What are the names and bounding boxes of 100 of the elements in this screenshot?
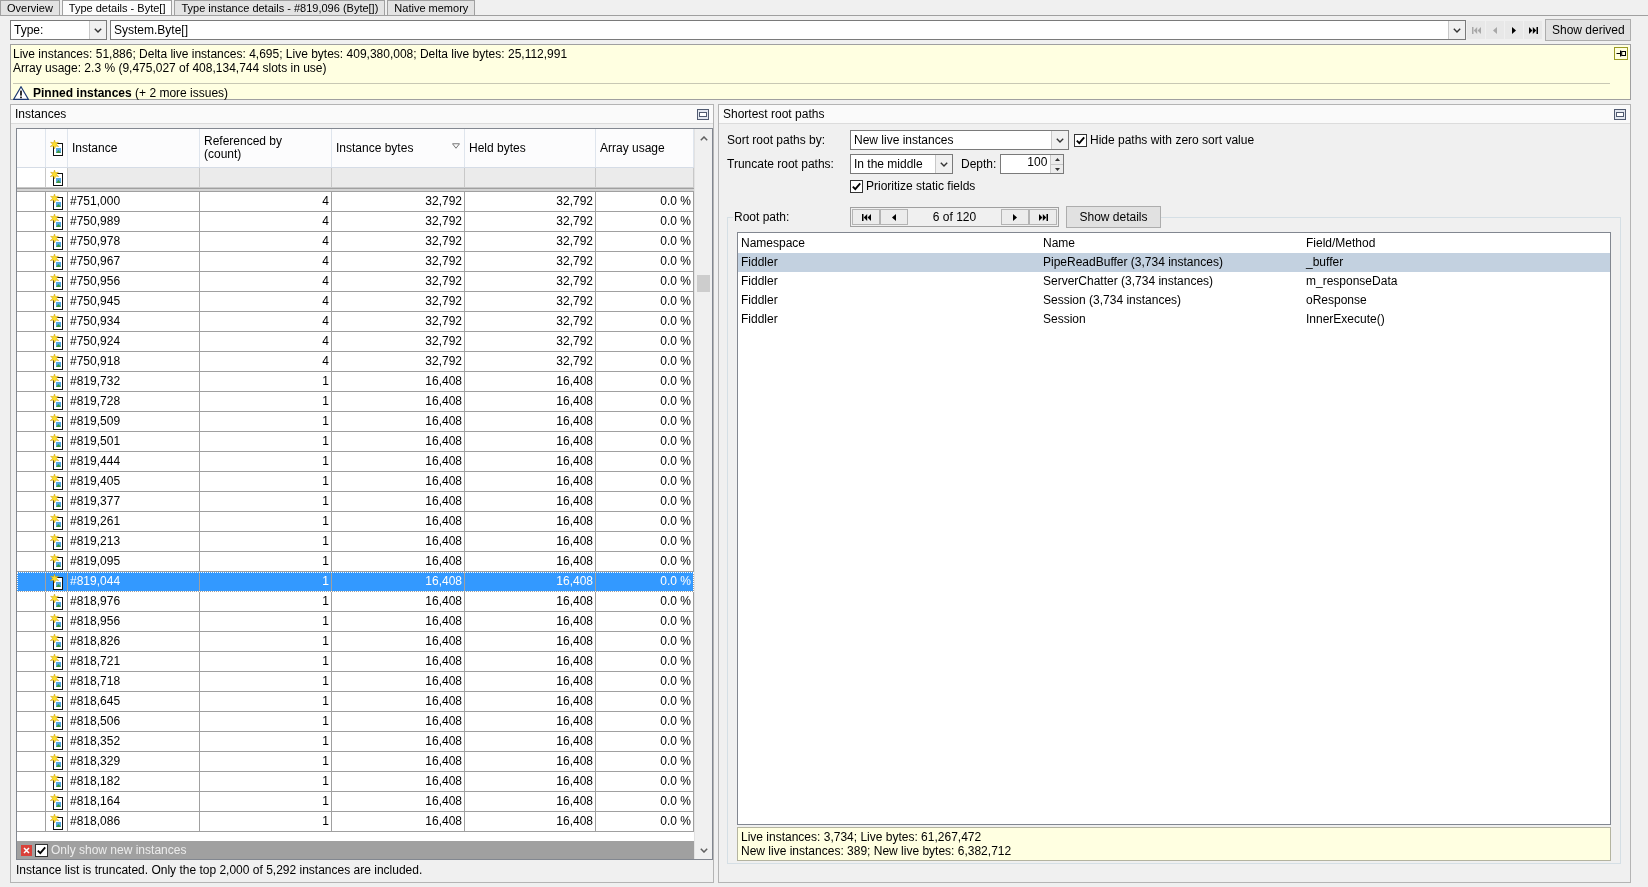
table-cell: 1: [200, 412, 332, 431]
table-row[interactable]: #750,918 4 32,792 32,792 0.0 %: [17, 352, 694, 372]
table-row[interactable]: #751,000 4 32,792 32,792 0.0 %: [17, 192, 694, 212]
table-row[interactable]: #818,826 1 16,408 16,408 0.0 %: [17, 632, 694, 652]
column-header[interactable]: Held bytes: [465, 129, 596, 167]
scrollbar-thumb[interactable]: [697, 275, 710, 292]
table-row[interactable]: #818,352 1 16,408 16,408 0.0 %: [17, 732, 694, 752]
column-header[interactable]: Field/Method: [1303, 233, 1610, 253]
checkbox[interactable]: [850, 180, 863, 193]
column-header[interactable]: Instance: [68, 129, 200, 167]
table-row[interactable]: #750,978 4 32,792 32,792 0.0 %: [17, 232, 694, 252]
table-cell: #750,956: [68, 272, 200, 291]
table-row[interactable]: #819,444 1 16,408 16,408 0.0 %: [17, 452, 694, 472]
table-row[interactable]: #818,976 1 16,408 16,408 0.0 %: [17, 592, 694, 612]
table-row[interactable]: #819,501 1 16,408 16,408 0.0 %: [17, 432, 694, 452]
table-cell: 1: [200, 392, 332, 411]
first-button[interactable]: [852, 209, 880, 225]
column-header[interactable]: Referenced by (count): [200, 129, 332, 167]
sort-dropdown[interactable]: New live instances: [850, 130, 1069, 150]
type-name-combobox[interactable]: System.Byte[]: [110, 20, 1466, 40]
table-row[interactable]: #750,945 4 32,792 32,792 0.0 %: [17, 292, 694, 312]
table-row[interactable]: #818,956 1 16,408 16,408 0.0 %: [17, 612, 694, 632]
table-cell: #818,826: [68, 632, 200, 651]
table-row[interactable]: #819,377 1 16,408 16,408 0.0 %: [17, 492, 694, 512]
table-cell: #818,329: [68, 752, 200, 771]
table-cell: 1: [200, 772, 332, 791]
table-row[interactable]: #750,956 4 32,792 32,792 0.0 %: [17, 272, 694, 292]
table-cell: 16,408: [332, 812, 465, 831]
depth-spinbox[interactable]: 100: [1000, 154, 1065, 174]
table-row[interactable]: #818,329 1 16,408 16,408 0.0 %: [17, 752, 694, 772]
table-cell: 32,792: [332, 192, 465, 211]
tab[interactable]: Type instance details - #819,096 (Byte[]): [174, 0, 386, 15]
filter-field[interactable]: [332, 168, 465, 188]
table-cell: 16,408: [465, 652, 596, 671]
table-row[interactable]: #750,924 4 32,792 32,792 0.0 %: [17, 332, 694, 352]
table-row[interactable]: #750,934 4 32,792 32,792 0.0 %: [17, 312, 694, 332]
table-cell-text: Fiddler: [740, 254, 779, 271]
next-button[interactable]: [1505, 21, 1523, 39]
last-button[interactable]: [1524, 21, 1542, 39]
column-header[interactable]: Instance bytes: [332, 129, 465, 167]
filter-field[interactable]: [465, 168, 596, 188]
table-row[interactable]: #750,989 4 32,792 32,792 0.0 %: [17, 212, 694, 232]
checkbox[interactable]: [35, 843, 48, 857]
table-row[interactable]: #819,509 1 16,408 16,408 0.0 %: [17, 412, 694, 432]
table-row[interactable]: #818,182 1 16,408 16,408 0.0 %: [17, 772, 694, 792]
spin-up-button[interactable]: [1051, 155, 1064, 164]
table-row[interactable]: #818,164 1 16,408 16,408 0.0 %: [17, 792, 694, 812]
filter-field[interactable]: [596, 168, 694, 188]
table-cell: #819,732: [68, 372, 200, 391]
table-cell: 16,408: [465, 512, 596, 531]
table-row[interactable]: #819,213 1 16,408 16,408 0.0 %: [17, 532, 694, 552]
table-row[interactable]: #819,405 1 16,408 16,408 0.0 %: [17, 472, 694, 492]
last-button[interactable]: [1029, 209, 1057, 225]
tab[interactable]: Type details - Byte[]: [61, 0, 173, 15]
table-row[interactable]: #819,732 1 16,408 16,408 0.0 %: [17, 372, 694, 392]
table-row[interactable]: #818,645 1 16,408 16,408 0.0 %: [17, 692, 694, 712]
table-row[interactable]: #819,261 1 16,408 16,408 0.0 %: [17, 512, 694, 532]
spin-down-button[interactable]: [1051, 164, 1064, 173]
table-row[interactable]: Fiddler Session (3,734 instances) oResponse: [738, 291, 1610, 310]
next-button[interactable]: [1001, 209, 1029, 225]
type-dropdown[interactable]: Type:: [10, 20, 107, 40]
table-row[interactable]: #818,721 1 16,408 16,408 0.0 %: [17, 652, 694, 672]
checkbox[interactable]: [1074, 133, 1087, 147]
table-cell: 32,792: [465, 292, 596, 311]
previous-button[interactable]: [880, 209, 908, 225]
table-cell: 16,408: [465, 452, 596, 471]
close-icon[interactable]: [21, 844, 32, 856]
checkbox-label[interactable]: Prioritize static fields: [866, 179, 976, 194]
table-cell: 16,408: [465, 752, 596, 771]
table-cell: 16,408: [465, 572, 596, 591]
filter-field[interactable]: [68, 168, 200, 188]
restore-window-icon[interactable]: [1614, 108, 1626, 120]
chevron-down-icon: [94, 27, 102, 33]
column-header[interactable]: Namespace: [738, 233, 1040, 253]
checkbox-label[interactable]: Hide paths with zero sort value: [1090, 132, 1255, 148]
table-row[interactable]: #818,718 1 16,408 16,408 0.0 %: [17, 672, 694, 692]
show-derived-button[interactable]: Show derived: [1545, 19, 1631, 41]
table-row[interactable]: Fiddler PipeReadBuffer (3,734 instances) _buffer: [738, 253, 1610, 272]
table-cell: 16,408: [332, 612, 465, 631]
table-cell: 16,408: [332, 652, 465, 671]
table-row[interactable]: #819,728 1 16,408 16,408 0.0 %: [17, 392, 694, 412]
table-row[interactable]: Fiddler ServerChatter (3,734 instances) m_responseData: [738, 272, 1610, 291]
filter-field[interactable]: [200, 168, 332, 188]
table-cell: 1: [200, 432, 332, 451]
restore-window-icon[interactable]: [697, 108, 709, 120]
table-row[interactable]: #818,086 1 16,408 16,408 0.0 %: [17, 812, 694, 832]
show-details-button[interactable]: Show details: [1066, 206, 1161, 228]
pin-icon[interactable]: [1614, 47, 1628, 60]
table-cell: 16,408: [465, 712, 596, 731]
table-cell: 1: [200, 512, 332, 531]
triangle-right-icon: [1512, 26, 1516, 34]
truncate-dropdown[interactable]: In the middle: [850, 154, 953, 174]
table-cell: #818,956: [68, 612, 200, 631]
scrollbar[interactable]: [694, 129, 712, 859]
table-row[interactable]: Fiddler Session InnerExecute(): [738, 310, 1610, 329]
tab[interactable]: Overview: [0, 0, 60, 15]
column-header[interactable]: Name: [1040, 233, 1303, 253]
tab[interactable]: Native memory: [387, 0, 476, 15]
table-row[interactable]: #750,967 4 32,792 32,792 0.0 %: [17, 252, 694, 272]
table-row[interactable]: #818,506 1 16,408 16,408 0.0 %: [17, 712, 694, 732]
